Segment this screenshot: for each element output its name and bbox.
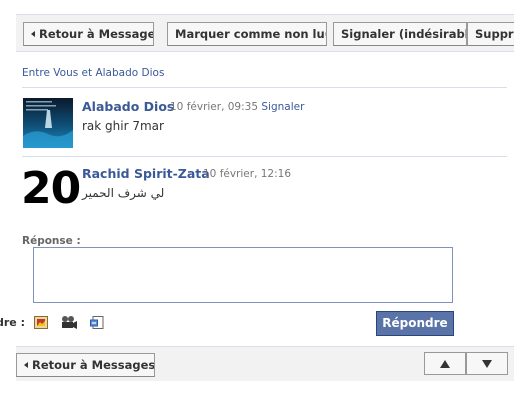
message-meta: 10 février, 09:35 Signaler bbox=[170, 101, 304, 113]
back-to-messages-button[interactable]: Retour à Messages bbox=[23, 22, 154, 46]
report-spam-label: Signaler (indésirable) bbox=[341, 27, 466, 41]
divider bbox=[22, 156, 507, 157]
sender-thumbnail[interactable] bbox=[23, 98, 73, 148]
reply-textarea[interactable] bbox=[33, 247, 453, 303]
down-triangle-icon bbox=[482, 359, 492, 368]
attach-label-text: Joindre : bbox=[0, 316, 25, 329]
video-icon[interactable] bbox=[60, 314, 78, 330]
message-date: 10 février, 12:16 bbox=[203, 168, 292, 180]
mark-unread-button[interactable]: Marquer comme non lu(s) bbox=[167, 22, 327, 46]
delete-label: Supprimer bbox=[475, 27, 514, 41]
previous-message-button[interactable] bbox=[424, 352, 466, 375]
top-toolbar: Retour à Messages Marquer comme non lu(s… bbox=[16, 14, 514, 52]
message-date: 10 février, 09:35 bbox=[170, 101, 259, 113]
divider bbox=[22, 87, 507, 88]
message-author[interactable]: Rachid Spirit-Zata bbox=[82, 166, 210, 181]
bottom-toolbar: Retour à Messages bbox=[16, 346, 514, 381]
delete-button[interactable]: Supprimer bbox=[467, 22, 514, 46]
thumbnail-image bbox=[23, 98, 73, 148]
thread-participants: Entre Vous et Alabado Dios bbox=[22, 67, 165, 79]
message-author[interactable]: Alabado Dios bbox=[82, 99, 174, 114]
next-message-button[interactable] bbox=[466, 352, 508, 375]
chevron-left-icon bbox=[31, 30, 35, 37]
link-icon[interactable] bbox=[88, 314, 106, 330]
sender-avatar[interactable]: 20 bbox=[21, 164, 81, 214]
photo-icon[interactable] bbox=[32, 314, 50, 330]
message-text: rak ghir 7mar bbox=[82, 119, 164, 133]
report-message-link[interactable]: Signaler bbox=[261, 101, 304, 113]
message-text: لي شرف الحمير bbox=[82, 186, 165, 200]
reply-label: Réponse : bbox=[22, 235, 81, 247]
reply-submit-button[interactable]: Répondre bbox=[376, 311, 454, 336]
back-to-messages-label: Retour à Messages bbox=[32, 358, 155, 372]
back-to-messages-label: Retour à Messages bbox=[39, 27, 154, 41]
attach-label: Joindre : bbox=[0, 315, 60, 331]
report-spam-button[interactable]: Signaler (indésirable) bbox=[333, 22, 467, 46]
mark-unread-label: Marquer comme non lu(s) bbox=[175, 27, 327, 41]
chevron-left-icon bbox=[24, 361, 28, 368]
up-triangle-icon bbox=[440, 359, 450, 368]
back-to-messages-button[interactable]: Retour à Messages bbox=[16, 353, 155, 377]
